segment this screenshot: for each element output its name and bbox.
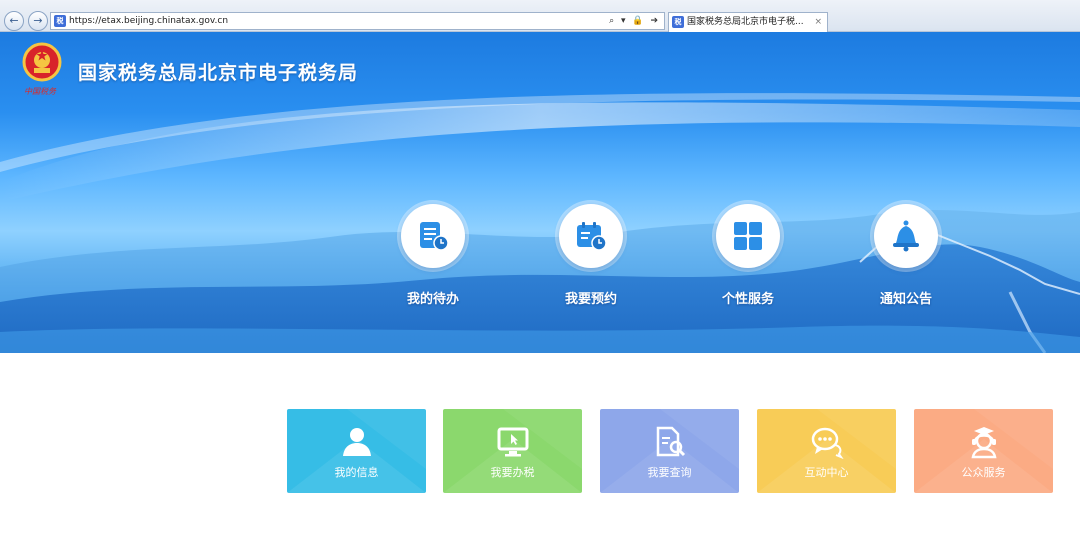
feature-ring bbox=[555, 200, 627, 272]
calendar-clock-icon bbox=[577, 222, 607, 251]
tile-public-service[interactable]: 公众服务 bbox=[914, 409, 1053, 493]
address-bar-controls[interactable]: ⌕ ▾ 🔒 ➔ bbox=[609, 13, 660, 29]
feature-circle bbox=[559, 204, 623, 268]
browser-chrome: ← → 税 https://etax.beijing.chinatax.gov.… bbox=[0, 0, 1080, 32]
tile-interaction-center[interactable]: 互动中心 bbox=[757, 409, 896, 493]
tab-favicon-icon: 税 bbox=[672, 16, 684, 28]
monitor-cursor-icon bbox=[497, 427, 528, 457]
feature-ring bbox=[712, 200, 784, 272]
tile-query[interactable]: 我要查询 bbox=[600, 409, 739, 493]
feature-circle bbox=[716, 204, 780, 268]
national-emblem-icon bbox=[22, 42, 62, 82]
todo-list-icon bbox=[420, 222, 449, 251]
feature-label: 我要预约 bbox=[564, 292, 617, 307]
site-favicon-icon: 税 bbox=[54, 15, 66, 27]
chat-bubbles-icon bbox=[811, 427, 844, 459]
hero-banner: 中国税务 国家税务总局北京市电子税务局 我的待办 我要预约 个性服务 通知公告 bbox=[0, 32, 1080, 353]
feature-personal-service[interactable]: 个性服务 bbox=[693, 200, 803, 307]
tile-label: 我的信息 bbox=[334, 466, 379, 479]
tile-tax-filing[interactable]: 我要办税 bbox=[443, 409, 582, 493]
feature-ring bbox=[870, 200, 942, 272]
tab-title: 国家税务总局北京市电子税... bbox=[687, 17, 804, 27]
browser-tab[interactable]: 税 国家税务总局北京市电子税... × bbox=[668, 12, 828, 32]
feature-notices[interactable]: 通知公告 bbox=[851, 200, 961, 307]
tile-label: 我要查询 bbox=[647, 466, 692, 479]
feature-circle bbox=[874, 204, 938, 268]
back-arrow-icon: ← bbox=[9, 14, 19, 27]
tile-my-info[interactable]: 我的信息 bbox=[287, 409, 426, 493]
feature-label: 我的待办 bbox=[406, 292, 459, 307]
feature-my-todo[interactable]: 我的待办 bbox=[378, 200, 488, 307]
feature-appointment[interactable]: 我要预约 bbox=[536, 200, 646, 307]
tile-label: 互动中心 bbox=[804, 466, 849, 479]
emblem-script-logo: 中国税务 bbox=[24, 87, 56, 96]
user-icon bbox=[342, 428, 371, 456]
tile-label: 我要办税 bbox=[490, 466, 535, 479]
tile-label: 公众服务 bbox=[961, 466, 1006, 479]
feature-label: 个性服务 bbox=[721, 292, 774, 307]
bell-icon bbox=[893, 220, 919, 252]
feature-circle bbox=[401, 204, 465, 268]
back-button[interactable]: ← bbox=[4, 11, 24, 31]
address-bar[interactable]: 税 https://etax.beijing.chinatax.gov.cn ⌕… bbox=[50, 12, 665, 30]
feature-ring bbox=[397, 200, 469, 272]
forward-button[interactable]: → bbox=[28, 11, 48, 31]
url-text[interactable]: https://etax.beijing.chinatax.gov.cn bbox=[69, 13, 228, 29]
document-search-icon bbox=[656, 426, 685, 457]
grid-apps-icon bbox=[734, 222, 762, 250]
forward-arrow-icon: → bbox=[33, 14, 43, 27]
tab-close-icon[interactable]: × bbox=[814, 13, 822, 31]
service-agent-icon bbox=[971, 427, 996, 459]
site-title: 国家税务总局北京市电子税务局 bbox=[78, 62, 359, 84]
feature-label: 通知公告 bbox=[879, 292, 932, 307]
